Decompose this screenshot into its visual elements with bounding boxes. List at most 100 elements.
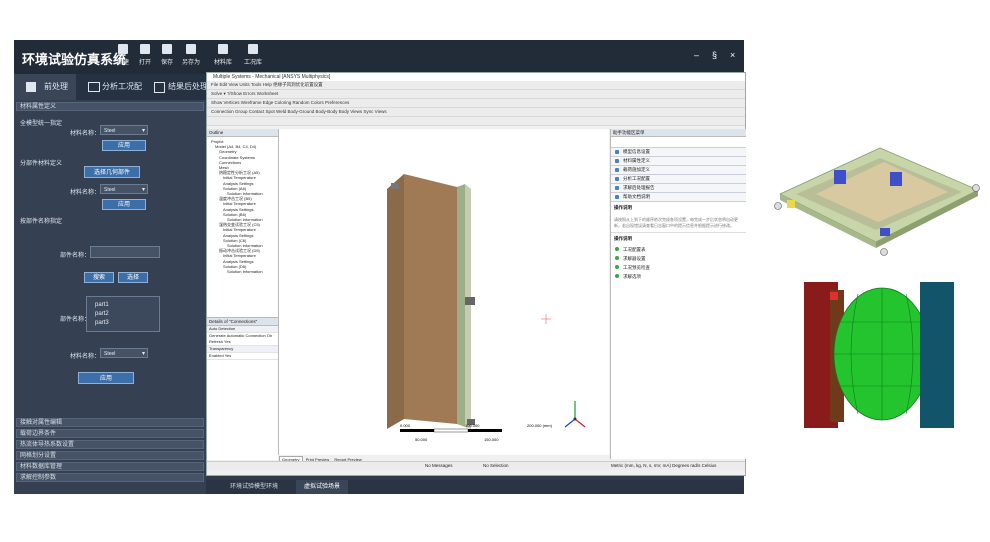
status-selection: No Selection	[483, 463, 509, 468]
assistant-sub-item[interactable]: 求解选项	[611, 272, 746, 281]
material-name-label: 材料名称：	[70, 131, 101, 137]
plate-side	[387, 174, 404, 429]
sphere-model-preview	[804, 282, 954, 428]
ansys-toolbar-3-text[interactable]: Connection Group Contact Spot Weld Body-…	[211, 109, 387, 114]
status-units[interactable]: Metric (mm, kg, N, s, mV, mA) Degrees ra…	[611, 462, 716, 470]
assistant-item[interactable]: 分析工况配置	[611, 175, 746, 184]
title-bar: 环境试验仿真系统 新建 打开 保存 另存为 材料库 工况库 – § ×	[14, 40, 744, 74]
analysis-config-icon	[88, 82, 100, 92]
search-button[interactable]: 搜索	[84, 272, 114, 283]
list-item[interactable]: part1	[95, 301, 159, 310]
details-title: Details of "Connections"	[207, 318, 278, 326]
save-as-button[interactable]: 另存为	[178, 44, 204, 70]
ansys-menu-bar[interactable]: File Edit View Units Tools Help 绝缘子风洞优化前…	[207, 81, 745, 90]
ansys-toolbar-2-text[interactable]: Show Vertices Wireframe Edge Coloring Ra…	[211, 100, 349, 105]
material-select-whole[interactable]: Steel	[100, 125, 148, 136]
by-part-label: 分部件材料定义	[20, 161, 63, 167]
assistant-item[interactable]: 帮助文档说明	[611, 193, 746, 202]
save-as-label: 另存为	[181, 60, 200, 66]
plate-green-edge	[457, 184, 465, 427]
close-button[interactable]: ×	[730, 50, 735, 60]
details-row[interactable]: Generate Automatic Connection On Refresh…	[207, 333, 278, 346]
mount-hole	[972, 184, 980, 192]
part-list[interactable]: part1 part2 part3	[86, 296, 160, 332]
ansys-toolbar-1-text[interactable]: Solve ▾ ?/Show Errors Worksheet	[211, 91, 278, 96]
apply-button-whole[interactable]: 应用	[102, 140, 146, 151]
details-panel: Details of "Connections" Auto Detection …	[207, 317, 278, 460]
part-name-search-input[interactable]	[90, 246, 160, 258]
scale-label: 100.000	[465, 423, 480, 428]
assistant-item[interactable]: 材料属性定义	[611, 157, 746, 166]
material-select-list[interactable]: Steel	[100, 348, 148, 359]
section-thermal[interactable]: 热流体导热系数设置	[16, 440, 204, 449]
scale-label: 0.000	[400, 423, 411, 428]
tab-virtual-scene[interactable]: 虚拟试验场景	[296, 480, 349, 494]
section-mesh[interactable]: 网格划分设置	[16, 451, 204, 460]
assistant-toolbar[interactable]	[611, 137, 746, 148]
condition-library-button[interactable]: 工况库	[240, 44, 266, 70]
load-marker	[834, 170, 846, 184]
save-icon	[162, 44, 172, 54]
status-messages[interactable]: No Messages	[425, 462, 453, 470]
save-as-icon	[186, 44, 196, 54]
whole-model-label: 全模型统一指定	[20, 121, 63, 127]
tab-postprocess[interactable]: 结果后处理	[148, 74, 212, 100]
section-material-db[interactable]: 材料数据库管理	[16, 462, 204, 471]
details-row[interactable]: Enabled Yes	[207, 353, 278, 360]
ansys-title: Multiple Systems - Mechanical [ANSYS Mul…	[207, 73, 745, 81]
assistant-item[interactable]: 求解后处理报告	[611, 184, 746, 193]
fixture-model-preview	[774, 147, 980, 256]
tab-preprocess-label: 前处理	[44, 82, 68, 91]
apply-button-part[interactable]: 应用	[102, 199, 146, 210]
material-library-button[interactable]: 材料库	[210, 44, 236, 70]
part-name-search-label: 部件名称：	[60, 253, 91, 259]
list-item[interactable]: part2	[95, 310, 159, 319]
section-loads[interactable]: 载荷边界条件	[16, 429, 204, 438]
ansys-toolbar-4[interactable]	[207, 117, 745, 126]
outline-title: Outline	[207, 129, 278, 137]
ansys-toolbar-2[interactable]: Show Vertices Wireframe Edge Coloring Ra…	[207, 99, 745, 108]
load-marker	[890, 172, 902, 186]
material-select-part[interactable]: Steel	[100, 184, 148, 195]
ansys-mechanical-window: Multiple Systems - Mechanical [ANSYS Mul…	[206, 72, 746, 476]
assistant-sub-item[interactable]: 求解器设置	[611, 254, 746, 263]
main-tab-bar: 前处理 分析工况配置 结果后处理	[14, 74, 212, 117]
postprocess-icon	[154, 82, 165, 93]
material-name-label-2: 材料名称：	[70, 190, 101, 196]
assistant-item[interactable]: 载荷施加定义	[611, 166, 746, 175]
scale-label: 150.000	[484, 437, 499, 442]
assistant-title: 助手功能区菜单	[611, 129, 746, 137]
graphics-viewport[interactable]: 0.000 100.000 200.000 (mm) 50.000 150.00…	[279, 129, 609, 455]
condition-library-icon	[248, 44, 258, 54]
maximize-button[interactable]: §	[712, 50, 717, 60]
plate-frame	[465, 184, 471, 429]
tab-postprocess-label: 结果后处理	[168, 82, 208, 91]
minimize-button[interactable]: –	[694, 50, 699, 60]
tree-item[interactable]: Solution Information	[211, 269, 278, 274]
ansys-menu-text[interactable]: File Edit View Units Tools Help 绝缘子风洞优化前…	[211, 82, 323, 87]
section-solver[interactable]: 求解控制参数	[16, 473, 204, 482]
save-button[interactable]: 保存	[154, 44, 180, 70]
details-row[interactable]: Auto Detection	[207, 326, 278, 333]
assistant-sub-item[interactable]: 工况预览检查	[611, 263, 746, 272]
tab-preprocess[interactable]: 前处理	[14, 74, 76, 100]
select-button[interactable]: 选择	[118, 272, 148, 283]
select-geometry-button[interactable]: 选择几何部件	[84, 166, 140, 178]
scale-label: 200.000 (mm)	[527, 423, 553, 428]
section-contact[interactable]: 接触对属性编辑	[16, 418, 204, 427]
assistant-sub-item[interactable]: 工况配置表	[611, 245, 746, 254]
list-item[interactable]: part3	[95, 319, 159, 328]
mount-hole	[774, 202, 782, 210]
tab-env-model[interactable]: 环境试验模型环境	[230, 480, 278, 494]
material-section-header[interactable]: 材料属性定义	[16, 102, 204, 111]
scale-label: 50.000	[415, 437, 428, 442]
apply-button-list[interactable]: 应用	[78, 372, 134, 384]
assistant-description: 请按照从上到下的顺序依次完成各项设置，每完成一步后状态将自动更新，若出现错误请查…	[614, 217, 738, 228]
ansys-toolbar-1[interactable]: Solve ▾ ?/Show Errors Worksheet	[207, 90, 745, 99]
scale-bar	[400, 428, 502, 433]
details-row[interactable]: Transparency	[207, 346, 278, 353]
ansys-toolbar-3[interactable]: Connection Group Contact Spot Weld Body-…	[207, 108, 745, 117]
ansys-status-bar: No Messages No Selection Metric (mm, kg,…	[207, 461, 745, 470]
assistant-item[interactable]: 模型信息设置	[611, 148, 746, 157]
tab-analysis-config[interactable]: 分析工况配置	[80, 74, 146, 117]
